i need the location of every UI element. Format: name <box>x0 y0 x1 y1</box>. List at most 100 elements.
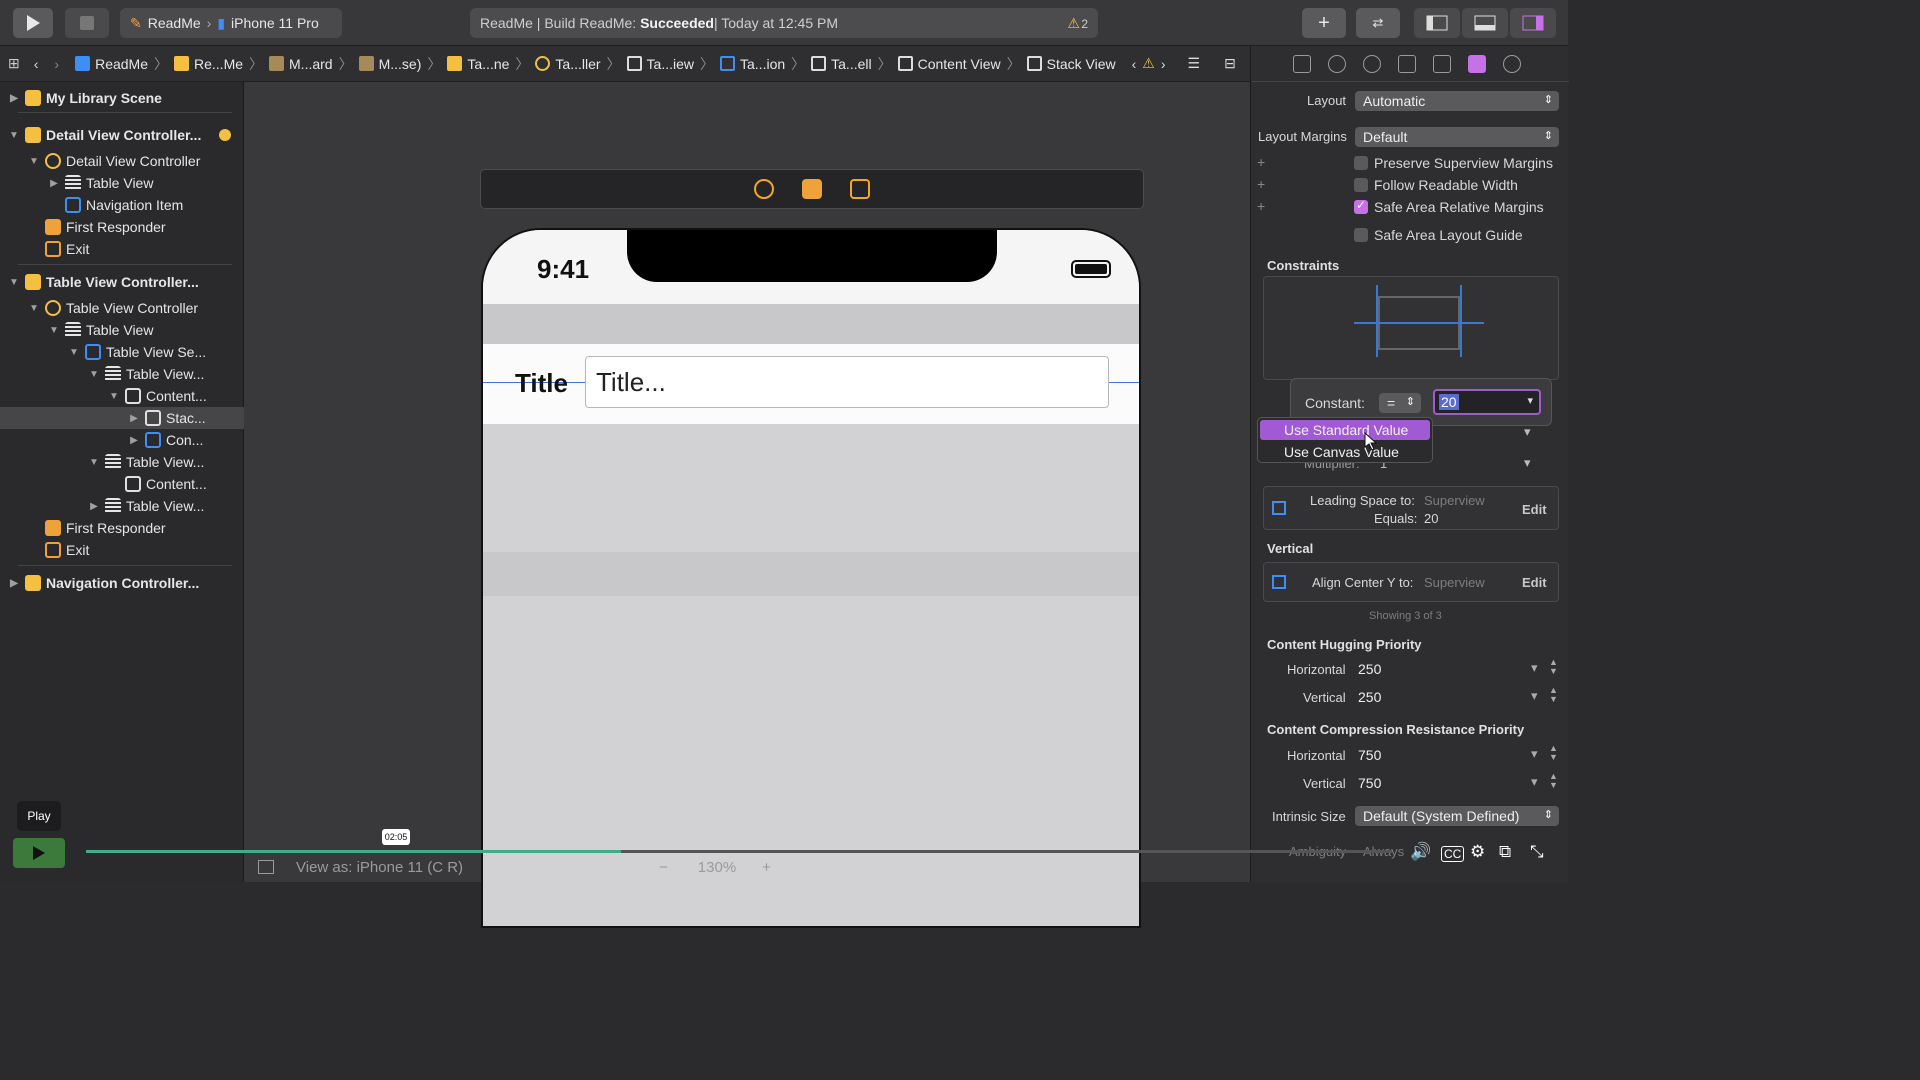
connections-inspector-icon[interactable] <box>1503 54 1521 73</box>
captions-icon[interactable]: CC <box>1441 846 1465 862</box>
stop-button[interactable] <box>65 8 109 38</box>
add-variation-icon[interactable]: + <box>1257 176 1265 192</box>
stepper-icon[interactable]: ▲ ▼ <box>1549 772 1558 790</box>
constant-dropdown-icon[interactable]: ▾ <box>1527 394 1533 407</box>
stepper-icon[interactable]: ▲ ▼ <box>1549 658 1558 676</box>
align-center-constraint-row[interactable]: Align Center Y to: Superview Edit <box>1263 562 1559 602</box>
cell-title-label[interactable]: Title <box>515 368 568 399</box>
readable-width-checkbox[interactable] <box>1354 178 1368 192</box>
warning-badge[interactable]: ⚠2 <box>1067 15 1088 32</box>
outline-row-cell[interactable]: ▼ Table View... <box>0 363 244 385</box>
zoom-out-icon[interactable]: − <box>659 859 668 876</box>
leading-edit-button[interactable]: Edit <box>1522 502 1547 517</box>
disclosure-open-icon[interactable]: ▼ <box>8 277 20 288</box>
crumb-content-view[interactable]: Content View <box>897 56 1001 72</box>
outline-row-section[interactable]: ▼ Table View Se... <box>0 341 244 363</box>
scheme-selector[interactable]: ✎ ReadMe › ▮ iPhone 11 Pro <box>120 8 342 38</box>
outline-row-cell-2[interactable]: ▼ Table View... <box>0 451 244 473</box>
disclosure-open-icon[interactable]: ▼ <box>88 457 100 468</box>
crumb-controller[interactable]: Ta...ller <box>535 56 601 72</box>
disclosure-closed-icon[interactable]: ▶ <box>8 93 20 104</box>
preserve-margins-checkbox[interactable] <box>1354 156 1368 170</box>
crumb-cell[interactable]: Ta...ell <box>811 56 872 72</box>
disclosure-closed-icon[interactable]: ▶ <box>8 578 20 589</box>
safe-area-guide-checkbox[interactable] <box>1354 228 1368 242</box>
outline-row-exit[interactable]: Exit <box>0 238 244 260</box>
outline-row-table-scene[interactable]: ▼ Table View Controller... <box>0 271 244 293</box>
intrinsic-size-popup[interactable]: Default (System Defined) ⇕ <box>1355 806 1559 826</box>
volume-icon[interactable]: 🔊 <box>1410 842 1431 862</box>
previous-issue-icon[interactable]: ‹ <box>1132 56 1137 72</box>
video-progress-track[interactable] <box>86 850 1392 853</box>
video-play-button[interactable] <box>13 838 65 868</box>
outline-row-stack-view[interactable]: ▶ Stac... <box>0 407 244 429</box>
combo-chevron-icon[interactable]: ▾ <box>1531 774 1538 790</box>
add-variation-icon[interactable]: + <box>1257 154 1265 170</box>
size-inspector-icon[interactable] <box>1468 54 1486 73</box>
settings-gear-icon[interactable]: ⚙ <box>1470 842 1485 862</box>
zoom-level[interactable]: 130% <box>698 859 736 876</box>
related-items-icon[interactable]: ⊞ <box>8 55 20 72</box>
outline-row-detail-scene[interactable]: ▼ Detail View Controller... <box>0 124 244 146</box>
attributes-inspector-icon[interactable] <box>1433 54 1451 73</box>
zoom-in-icon[interactable]: + <box>762 859 771 876</box>
issue-dot-icon[interactable] <box>219 129 232 141</box>
stepper-icon[interactable]: ▲ ▼ <box>1549 686 1558 704</box>
code-review-button[interactable]: ⇄ <box>1356 8 1400 38</box>
disclosure-open-icon[interactable]: ▼ <box>68 347 80 358</box>
outline-row-cell-3[interactable]: ▶ Table View... <box>0 495 244 517</box>
disclosure-open-icon[interactable]: ▼ <box>48 325 60 336</box>
disclosure-closed-icon[interactable]: ▶ <box>48 178 60 189</box>
fullscreen-exit-icon[interactable]: ⤡ <box>1530 842 1544 862</box>
combo-chevron-icon[interactable]: ▾ <box>1524 455 1531 471</box>
safe-area-margins-checkbox[interactable] <box>1354 198 1368 214</box>
picture-in-picture-icon[interactable]: ⧉ <box>1499 842 1511 862</box>
view-controller-dock-icon[interactable] <box>754 179 774 199</box>
help-inspector-icon[interactable] <box>1363 54 1381 73</box>
outline-row-content[interactable]: ▼ Content... <box>0 385 244 407</box>
outline-row-table-vc[interactable]: ▼ Table View Controller <box>0 297 244 319</box>
combo-chevron-icon[interactable]: ▾ <box>1531 746 1538 762</box>
use-standard-value-item[interactable]: Use Standard Value <box>1260 420 1430 440</box>
hugging-vertical-value[interactable]: 250 <box>1358 689 1381 705</box>
outline-row-nav-item[interactable]: Navigation Item <box>0 194 244 216</box>
disclosure-closed-icon[interactable]: ▶ <box>128 435 140 446</box>
outline-row-detail-vc[interactable]: ▼ Detail View Controller <box>0 150 244 172</box>
first-responder-dock-icon[interactable] <box>802 179 822 199</box>
stepper-icon[interactable]: ▲ ▼ <box>1549 744 1558 762</box>
outline-row-content-2[interactable]: Content... <box>0 473 244 495</box>
toggle-debug-area-button[interactable] <box>1462 8 1508 38</box>
device-config-icon[interactable] <box>258 860 274 874</box>
view-as-label[interactable]: View as: iPhone 11 ( <box>296 859 432 876</box>
cell-title-field[interactable]: Title... <box>585 356 1109 408</box>
crumb-folder[interactable]: Re...Me <box>174 56 243 72</box>
outline-row-library-scene[interactable]: ▶ My Library Scene <box>0 87 244 109</box>
disclosure-open-icon[interactable]: ▼ <box>28 303 40 314</box>
back-arrow-icon[interactable]: ‹ <box>34 56 39 72</box>
add-variation-icon[interactable]: + <box>1257 198 1265 214</box>
run-button[interactable] <box>13 8 53 38</box>
outline-row-first-responder-2[interactable]: First Responder <box>0 517 244 539</box>
disclosure-open-icon[interactable]: ▼ <box>8 130 20 141</box>
crumb-section[interactable]: Ta...ion <box>720 56 785 72</box>
crumb-scene[interactable]: Ta...ne <box>447 56 509 72</box>
issue-warning-icon[interactable]: ⚠ <box>1142 55 1155 72</box>
identity-inspector-icon[interactable] <box>1398 54 1416 73</box>
outline-row-exit-2[interactable]: Exit <box>0 539 244 561</box>
layout-popup[interactable]: Automatic ⇕ <box>1355 91 1559 111</box>
combo-chevron-icon[interactable]: ▾ <box>1531 688 1538 704</box>
library-button[interactable]: + <box>1302 8 1346 38</box>
crumb-project[interactable]: ReadMe <box>75 56 148 72</box>
next-issue-icon[interactable]: › <box>1161 56 1166 72</box>
combo-chevron-icon[interactable]: ▾ <box>1524 424 1531 440</box>
compression-horizontal-value[interactable]: 750 <box>1358 747 1381 763</box>
align-edit-button[interactable]: Edit <box>1522 575 1547 590</box>
editor-options-icon[interactable]: ☰ <box>1188 55 1201 72</box>
toggle-navigator-button[interactable] <box>1414 8 1460 38</box>
crumb-stack-view[interactable]: Stack View <box>1026 56 1116 72</box>
disclosure-open-icon[interactable]: ▼ <box>28 156 40 167</box>
constant-input[interactable]: 20 ▾ <box>1433 389 1541 415</box>
toggle-inspector-button[interactable] <box>1510 8 1556 38</box>
compression-vertical-value[interactable]: 750 <box>1358 775 1381 791</box>
combo-chevron-icon[interactable]: ▾ <box>1531 660 1538 676</box>
